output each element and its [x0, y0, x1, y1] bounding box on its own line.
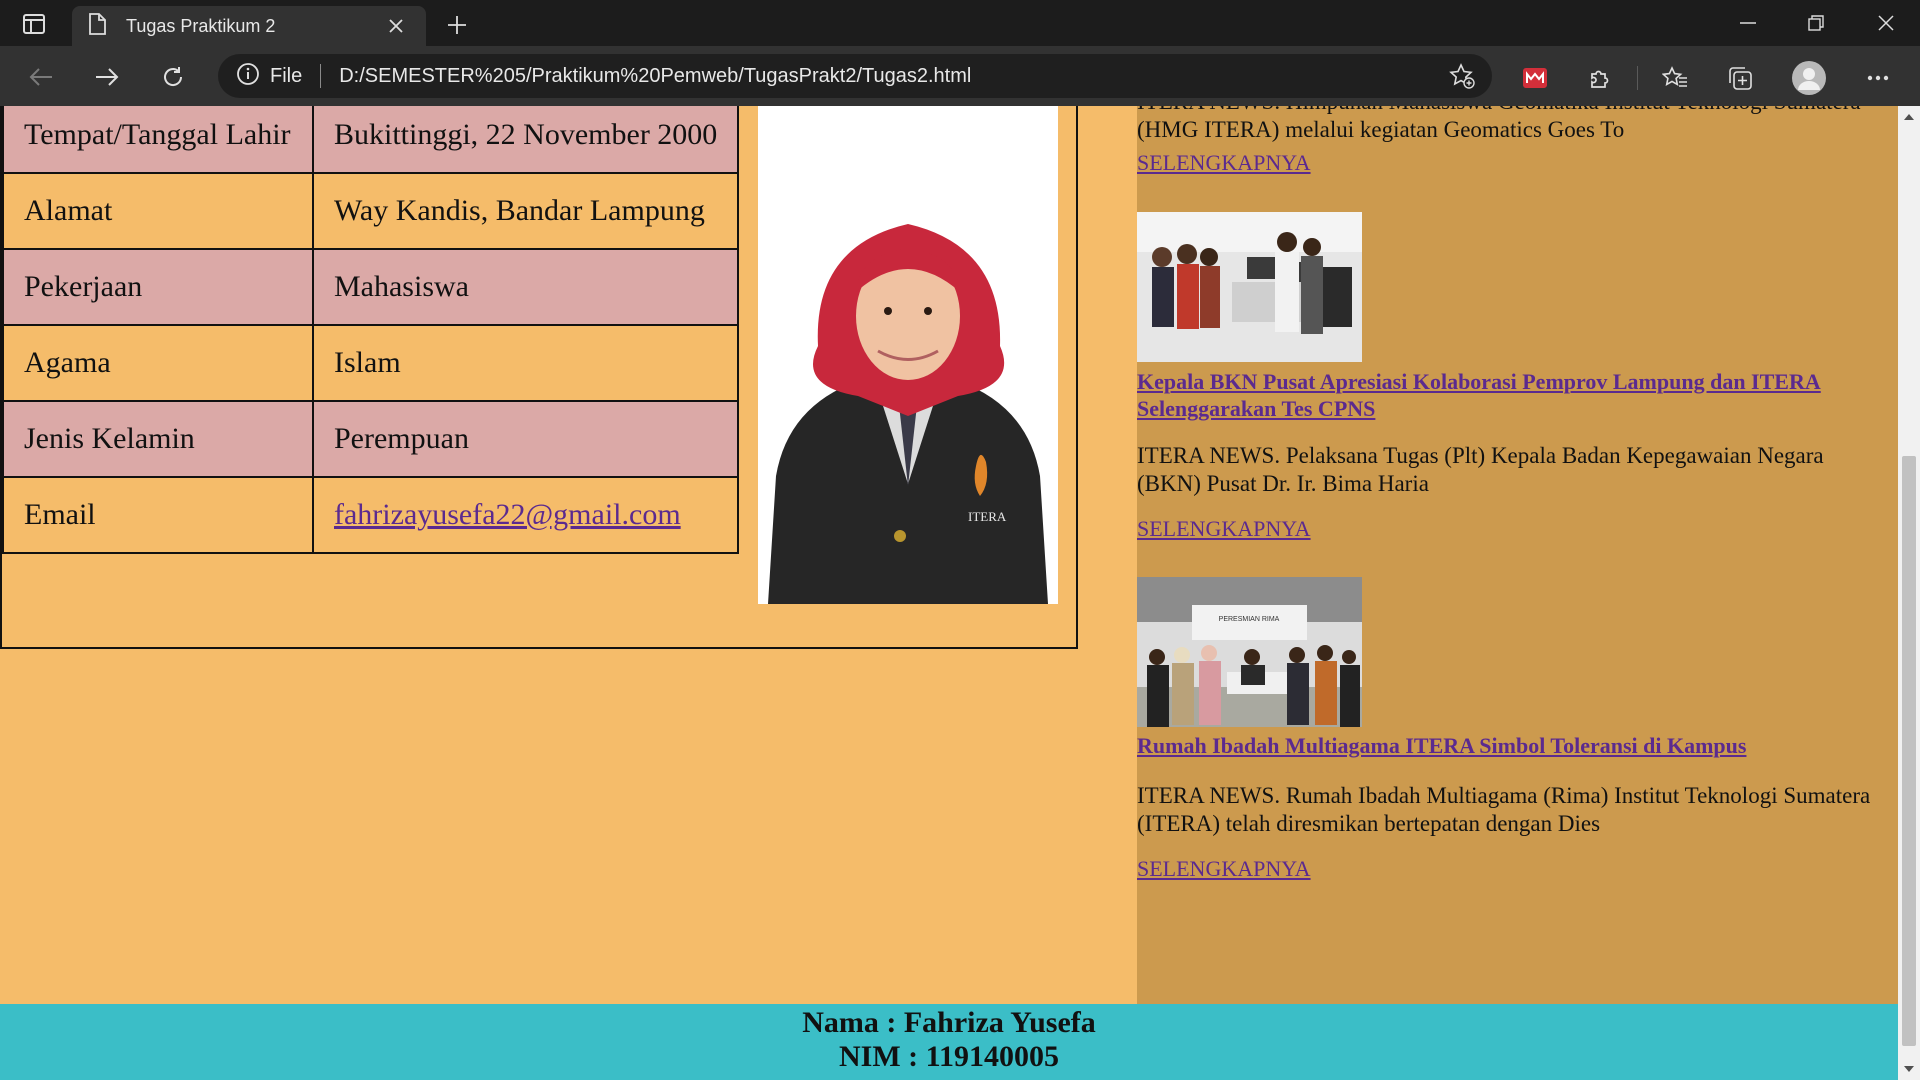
footer-nim: NIM : 119140005 — [839, 1040, 1059, 1073]
table-row: Pekerjaan Mahasiswa — [2, 248, 739, 326]
refresh-icon[interactable] — [154, 58, 192, 96]
url-text[interactable]: D:/SEMESTER%205/Praktikum%20Pemweb/Tugas… — [339, 65, 1442, 88]
collections-icon[interactable] — [1720, 58, 1760, 98]
news-thumbnail[interactable]: PERESMIAN RIMA — [1137, 577, 1362, 727]
profile-photo: ITERA — [758, 106, 1058, 604]
active-tab[interactable]: Tugas Praktikum 2 — [72, 6, 426, 46]
news-sidebar: ITERA NEWS. Himpunan Mahasiswa Geomatika… — [1137, 106, 1898, 1004]
biodata-table: Tempat/Tanggal Lahir Bukittinggi, 22 Nov… — [2, 106, 739, 554]
row-label: Jenis Kelamin — [2, 400, 314, 478]
back-arrow-icon[interactable] — [22, 58, 60, 96]
scroll-up-icon[interactable] — [1898, 106, 1920, 128]
table-row: Email fahrizayusefa22@gmail.com — [2, 476, 739, 554]
table-row: Agama Islam — [2, 324, 739, 402]
row-value: Perempuan — [312, 400, 739, 478]
close-icon[interactable] — [382, 12, 410, 40]
news-desc: ITERA NEWS. Pelaksana Tugas (Plt) Kepala… — [1137, 443, 1824, 496]
news-thumbnail[interactable] — [1137, 212, 1362, 362]
news-cut-desc: ITERA NEWS. Himpunan Mahasiswa Geomatika… — [1137, 106, 1861, 142]
table-row: Alamat Way Kandis, Bandar Lampung — [2, 172, 739, 250]
email-cell: fahrizayusefa22@gmail.com — [312, 476, 739, 554]
tab-bar: Tugas Praktikum 2 — [0, 0, 1920, 46]
tab-title: Tugas Praktikum 2 — [126, 15, 276, 36]
news-title-link[interactable]: Rumah Ibadah Multiagama ITERA Simbol Tol… — [1137, 732, 1857, 759]
vertical-scrollbar[interactable] — [1898, 106, 1920, 1080]
row-label: Email — [2, 476, 314, 554]
scheme-label: File — [270, 64, 303, 87]
row-label: Agama — [2, 324, 314, 402]
row-value: Mahasiswa — [312, 248, 739, 326]
forward-arrow-icon[interactable] — [88, 58, 126, 96]
plus-icon[interactable] — [440, 8, 474, 42]
minimize-icon[interactable] — [1714, 0, 1782, 46]
window-close-icon[interactable] — [1852, 0, 1920, 46]
address-bar[interactable]: File D:/SEMESTER%205/Praktikum%20Pemweb/… — [218, 54, 1492, 98]
row-value: Way Kandis, Bandar Lampung — [312, 172, 739, 250]
email-link[interactable]: fahrizayusefa22@gmail.com — [334, 498, 681, 531]
news-desc: ITERA NEWS. Rumah Ibadah Multiagama (Rim… — [1137, 783, 1871, 836]
news-title-link[interactable]: Kepala BKN Pusat Apresiasi Kolaborasi Pe… — [1137, 368, 1857, 422]
profile-avatar-icon[interactable] — [1789, 58, 1829, 98]
restore-icon[interactable] — [1782, 0, 1850, 46]
scrollbar-thumb[interactable] — [1902, 456, 1916, 1046]
info-icon — [236, 62, 260, 91]
toolbar: File D:/SEMESTER%205/Praktikum%20Pemweb/… — [0, 46, 1920, 106]
row-label: Pekerjaan — [2, 248, 314, 326]
favorites-icon[interactable] — [1655, 58, 1695, 98]
table-row: Jenis Kelamin Perempuan — [2, 400, 739, 478]
read-more-link[interactable]: SELENGKAPNYA — [1137, 515, 1311, 543]
page-viewport: Tempat/Tanggal Lahir Bukittinggi, 22 Nov… — [0, 106, 1898, 1080]
footer: Nama : Fahriza Yusefa NIM : 119140005 — [0, 1004, 1898, 1080]
biodata-section: Tempat/Tanggal Lahir Bukittinggi, 22 Nov… — [0, 106, 1078, 649]
site-info[interactable]: File — [236, 62, 302, 91]
photo-logo-text: ITERA — [968, 509, 1007, 524]
read-more-link[interactable]: SELENGKAPNYA — [1137, 149, 1311, 177]
more-icon[interactable] — [1858, 58, 1898, 98]
row-label: Tempat/Tanggal Lahir — [2, 106, 314, 174]
row-value: Islam — [312, 324, 739, 402]
banner-text: PERESMIAN RIMA — [1219, 616, 1280, 623]
toolbar-divider — [1637, 66, 1638, 90]
page-icon — [88, 12, 106, 40]
scroll-down-icon[interactable] — [1898, 1058, 1920, 1080]
omnibox-divider — [320, 64, 322, 88]
tab-actions-icon[interactable] — [14, 9, 54, 39]
footer-name: Nama : Fahriza Yusefa — [802, 1006, 1096, 1039]
puzzle-icon[interactable] — [1580, 58, 1620, 98]
read-more-link[interactable]: SELENGKAPNYA — [1137, 855, 1311, 883]
row-value: Bukittinggi, 22 November 2000 — [312, 106, 739, 174]
table-row: Tempat/Tanggal Lahir Bukittinggi, 22 Nov… — [2, 106, 739, 174]
add-favorite-icon[interactable] — [1442, 56, 1482, 96]
extension-badge-icon[interactable] — [1515, 58, 1555, 98]
row-label: Alamat — [2, 172, 314, 250]
